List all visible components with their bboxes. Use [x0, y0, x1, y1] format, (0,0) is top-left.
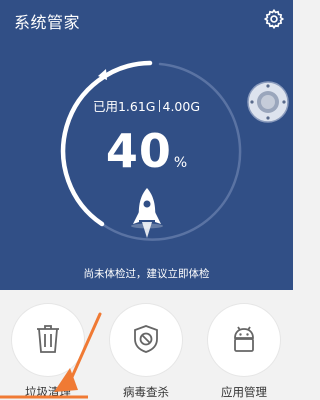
gear-icon[interactable] — [263, 8, 285, 30]
feature-bar: 垃圾清理 病毒查杀 应用管理 — [0, 290, 293, 400]
dashboard-panel: 系统管家 已用1.61G 4.00G 40% 尚未体检过，建议立即体检 — [0, 0, 293, 290]
feature-junk-clean[interactable]: 垃圾清理 — [12, 304, 84, 399]
virus-block-icon — [134, 325, 158, 353]
memory-used: 已用1.61G — [92, 99, 156, 114]
feature-app-manage[interactable]: 应用管理 — [208, 304, 280, 399]
feature-label: 病毒查杀 — [123, 385, 169, 399]
feature-virus-scan[interactable]: 病毒查杀 — [110, 304, 182, 399]
android-icon — [234, 326, 254, 352]
float-ball-icon[interactable] — [246, 80, 290, 124]
app-title: 系统管家 — [14, 13, 81, 32]
feature-label: 应用管理 — [221, 385, 267, 399]
memory-percent: 40% — [0, 124, 293, 178]
memory-total: 4.00G — [162, 99, 201, 114]
memory-divider — [158, 100, 160, 112]
memory-percent-unit: % — [173, 155, 188, 171]
trash-icon — [37, 325, 59, 353]
status-tip: 尚未体检过，建议立即体检 — [83, 268, 210, 280]
feature-label: 垃圾清理 — [25, 385, 71, 399]
memory-percent-value: 40 — [105, 124, 172, 178]
rocket-icon[interactable] — [130, 186, 164, 242]
